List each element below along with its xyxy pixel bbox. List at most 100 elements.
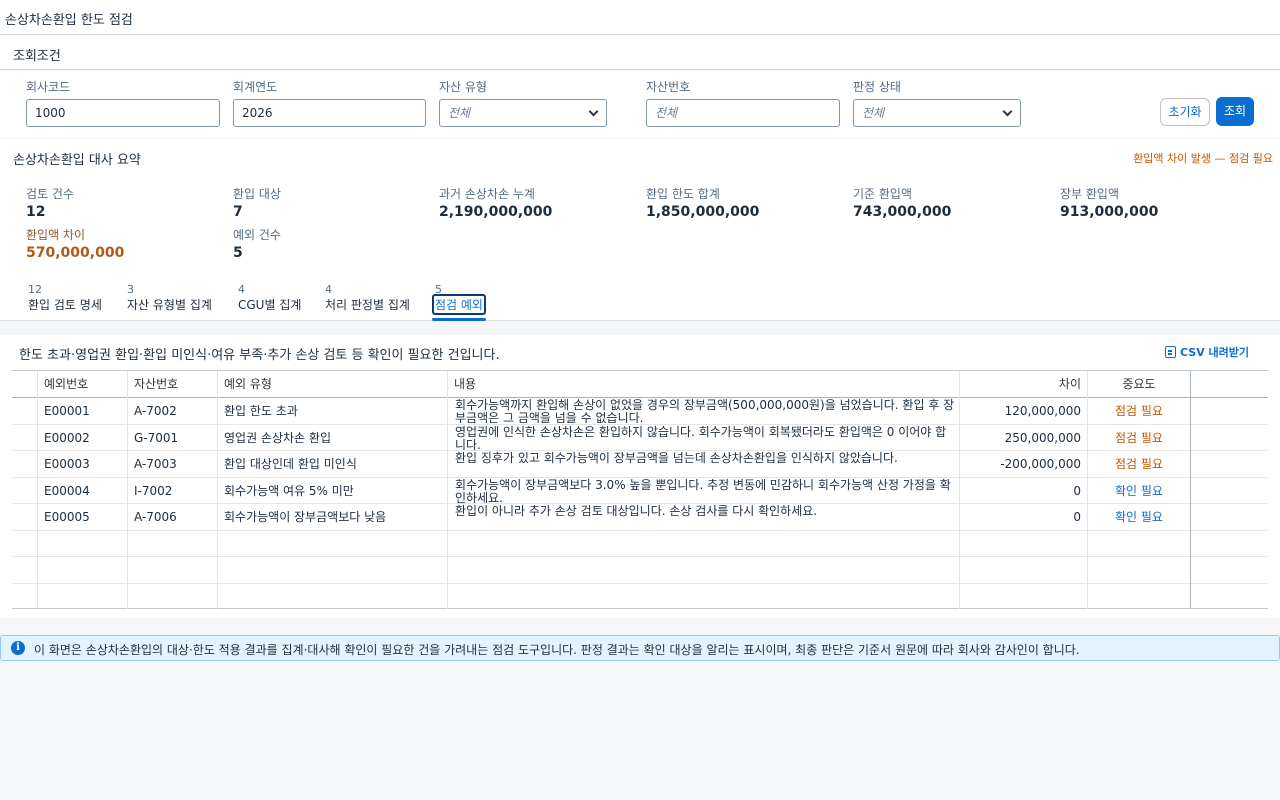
company-code-label: 회사코드 [26,80,71,94]
cell-desc: 환입 징후가 있고 회수가능액이 장부금액을 넘는데 손상차손환입을 인식하지 … [455,451,898,465]
tab-label: 환입 검토 명세 [28,298,102,312]
cell-id: E00005 [44,510,90,524]
kpi-value: 5 [233,245,243,261]
asset-no-input[interactable]: 전체 [646,99,840,127]
kpi-panel: 검토 건수 12 환입 대상 7 과거 손상차손 누계 2,190,000,00… [0,175,1280,271]
kpi-value: 1,850,000,000 [646,204,760,220]
severity-badge: 점검 필요 [1115,457,1163,471]
asset-no-label: 자산번호 [646,80,691,94]
summary-title: 손상차손환입 대사 요약 [13,153,141,168]
tab-label: 점검 예외 [432,294,486,315]
kpi-label: 과거 손상차손 누계 [439,187,535,201]
conditions-header: 조회조건 [0,36,1280,70]
status-select[interactable]: 전체 [853,99,1021,127]
column-divider [1190,371,1191,609]
cell-asset: A-7003 [134,457,177,471]
empty-row [12,557,1268,584]
kpi-label: 환입액 차이 [26,228,86,242]
csv-download-button[interactable]: CSV 내려받기 [1165,344,1249,360]
chevron-down-icon [588,106,599,117]
column-divider [1087,371,1088,609]
cell-desc: 회수가능액이 장부금액보다 3.0% 높을 뿐입니다. 추정 변동에 민감하니 … [455,477,951,503]
cell-id: E00001 [44,404,90,418]
table-row[interactable]: E00003 A-7003 환입 대상인데 환입 미인식 환입 징후가 있고 회… [12,451,1268,478]
severity-badge: 확인 필요 [1115,510,1163,524]
table-header: 예외번호 자산번호 예외 유형 내용 차이 중요도 [12,371,1268,398]
column-header-id[interactable]: 예외번호 [44,371,129,397]
title-bar: 손상차손환입 한도 점검 [0,0,1280,35]
filter-bar: 회사코드 1000 회계연도 2026 자산 유형 전체 자산번호 전체 판정 … [0,71,1280,138]
column-header-type[interactable]: 예외 유형 [224,371,449,397]
kpi-label: 환입 대상 [233,187,281,201]
tab-label: 자산 유형별 집계 [127,298,212,312]
severity-badge: 점검 필요 [1115,430,1163,445]
cell-id: E00003 [44,457,90,471]
tab-label: CGU별 집계 [238,298,302,312]
severity-badge: 확인 필요 [1115,483,1163,498]
page-title: 손상차손환입 한도 점검 [5,13,133,28]
cell-id: E00002 [44,430,90,445]
reset-button[interactable]: 초기화 [1160,98,1210,126]
cell-desc: 회수가능액까지 환입해 손상이 없었을 경우의 장부금액(500,000,000… [455,398,955,424]
cell-desc: 영업권에 인식한 손상차손은 환입하지 않습니다. 회수가능액이 회복됐더라도 … [455,424,947,450]
tab-count: 4 [325,283,332,296]
column-header-severity[interactable]: 중요도 [1088,371,1190,397]
cell-type: 영업권 손상차손 환입 [224,430,331,445]
table-row[interactable]: E00001 A-7002 환입 한도 초과 회수가능액까지 환입해 손상이 없… [12,398,1268,425]
summary-warning: 환입액 차이 발생 — 점검 필요 [1133,152,1273,165]
column-divider [37,371,38,609]
cell-diff: 120,000,000 [1004,404,1081,418]
kpi-value: 743,000,000 [853,204,952,220]
cell-diff: 0 [1073,510,1081,524]
chevron-down-icon [1002,106,1013,117]
fiscal-year-input[interactable]: 2026 [233,99,426,127]
column-divider [447,371,448,609]
table-row[interactable]: E00004 I-7002 회수가능액 여유 5% 미만 회수가능액이 장부금액… [12,477,1268,504]
asset-type-label: 자산 유형 [439,80,487,94]
info-message-strip: i 이 화면은 손상차손환입의 대상·한도 적용 결과를 집계·대사해 확인이 … [0,635,1280,661]
tab-count: 3 [127,283,134,296]
kpi-value: 7 [233,204,243,220]
table-row[interactable]: E00005 A-7006 회수가능액이 장부금액보다 낮음 환입이 아니라 추… [12,504,1268,531]
cell-asset: I-7002 [134,483,173,498]
kpi-label: 환입 한도 합계 [646,187,720,201]
column-divider [127,371,128,609]
conditions-title: 조회조건 [13,49,61,64]
column-divider [217,371,218,609]
fiscal-year-label: 회계연도 [233,80,278,94]
column-header-asset[interactable]: 자산번호 [134,371,219,397]
active-tab-indicator [432,318,486,321]
tab-label: 처리 판정별 집계 [325,298,410,312]
cell-type: 환입 한도 초과 [224,404,298,418]
cell-diff: 0 [1073,483,1081,498]
cell-type: 환입 대상인데 환입 미인식 [224,457,357,471]
asset-type-value: 전체 [448,106,471,120]
cell-asset: A-7002 [134,404,177,418]
kpi-label: 예외 건수 [233,228,281,242]
table-row[interactable]: E00002 G-7001 영업권 손상차손 환입 영업권에 인식한 손상차손은… [12,424,1268,451]
kpi-label: 장부 환입액 [1060,187,1120,201]
empty-row [12,584,1268,611]
kpi-value: 2,190,000,000 [439,204,553,220]
search-button[interactable]: 조회 [1216,97,1254,126]
summary-header: 손상차손환입 대사 요약 환입액 차이 발생 — 점검 필요 [0,139,1280,175]
kpi-label: 검토 건수 [26,187,74,201]
csv-download-label: CSV 내려받기 [1180,346,1250,359]
cell-type: 회수가능액 여유 5% 미만 [224,483,354,498]
tab-bar: 12 환입 검토 명세 3 자산 유형별 집계 4 CGU별 집계 4 처리 판… [0,271,1280,321]
cell-type: 회수가능액이 장부금액보다 낮음 [224,510,387,524]
asset-type-select[interactable]: 전체 [439,99,607,127]
column-header-diff[interactable]: 차이 [960,371,1081,397]
tab-count: 12 [28,283,42,296]
severity-badge: 점검 필요 [1115,404,1163,418]
kpi-value: 570,000,000 [26,245,125,261]
kpi-value: 913,000,000 [1060,204,1159,220]
cell-diff: -200,000,000 [1000,457,1081,471]
cell-asset: G-7001 [134,430,179,445]
column-header-desc[interactable]: 내용 [454,371,954,397]
column-divider [959,371,960,609]
cell-asset: A-7006 [134,510,177,524]
company-code-input[interactable]: 1000 [26,99,220,127]
kpi-value: 12 [26,204,46,220]
exceptions-table: 예외번호 자산번호 예외 유형 내용 차이 중요도 E00001 A-7002 … [12,370,1268,609]
